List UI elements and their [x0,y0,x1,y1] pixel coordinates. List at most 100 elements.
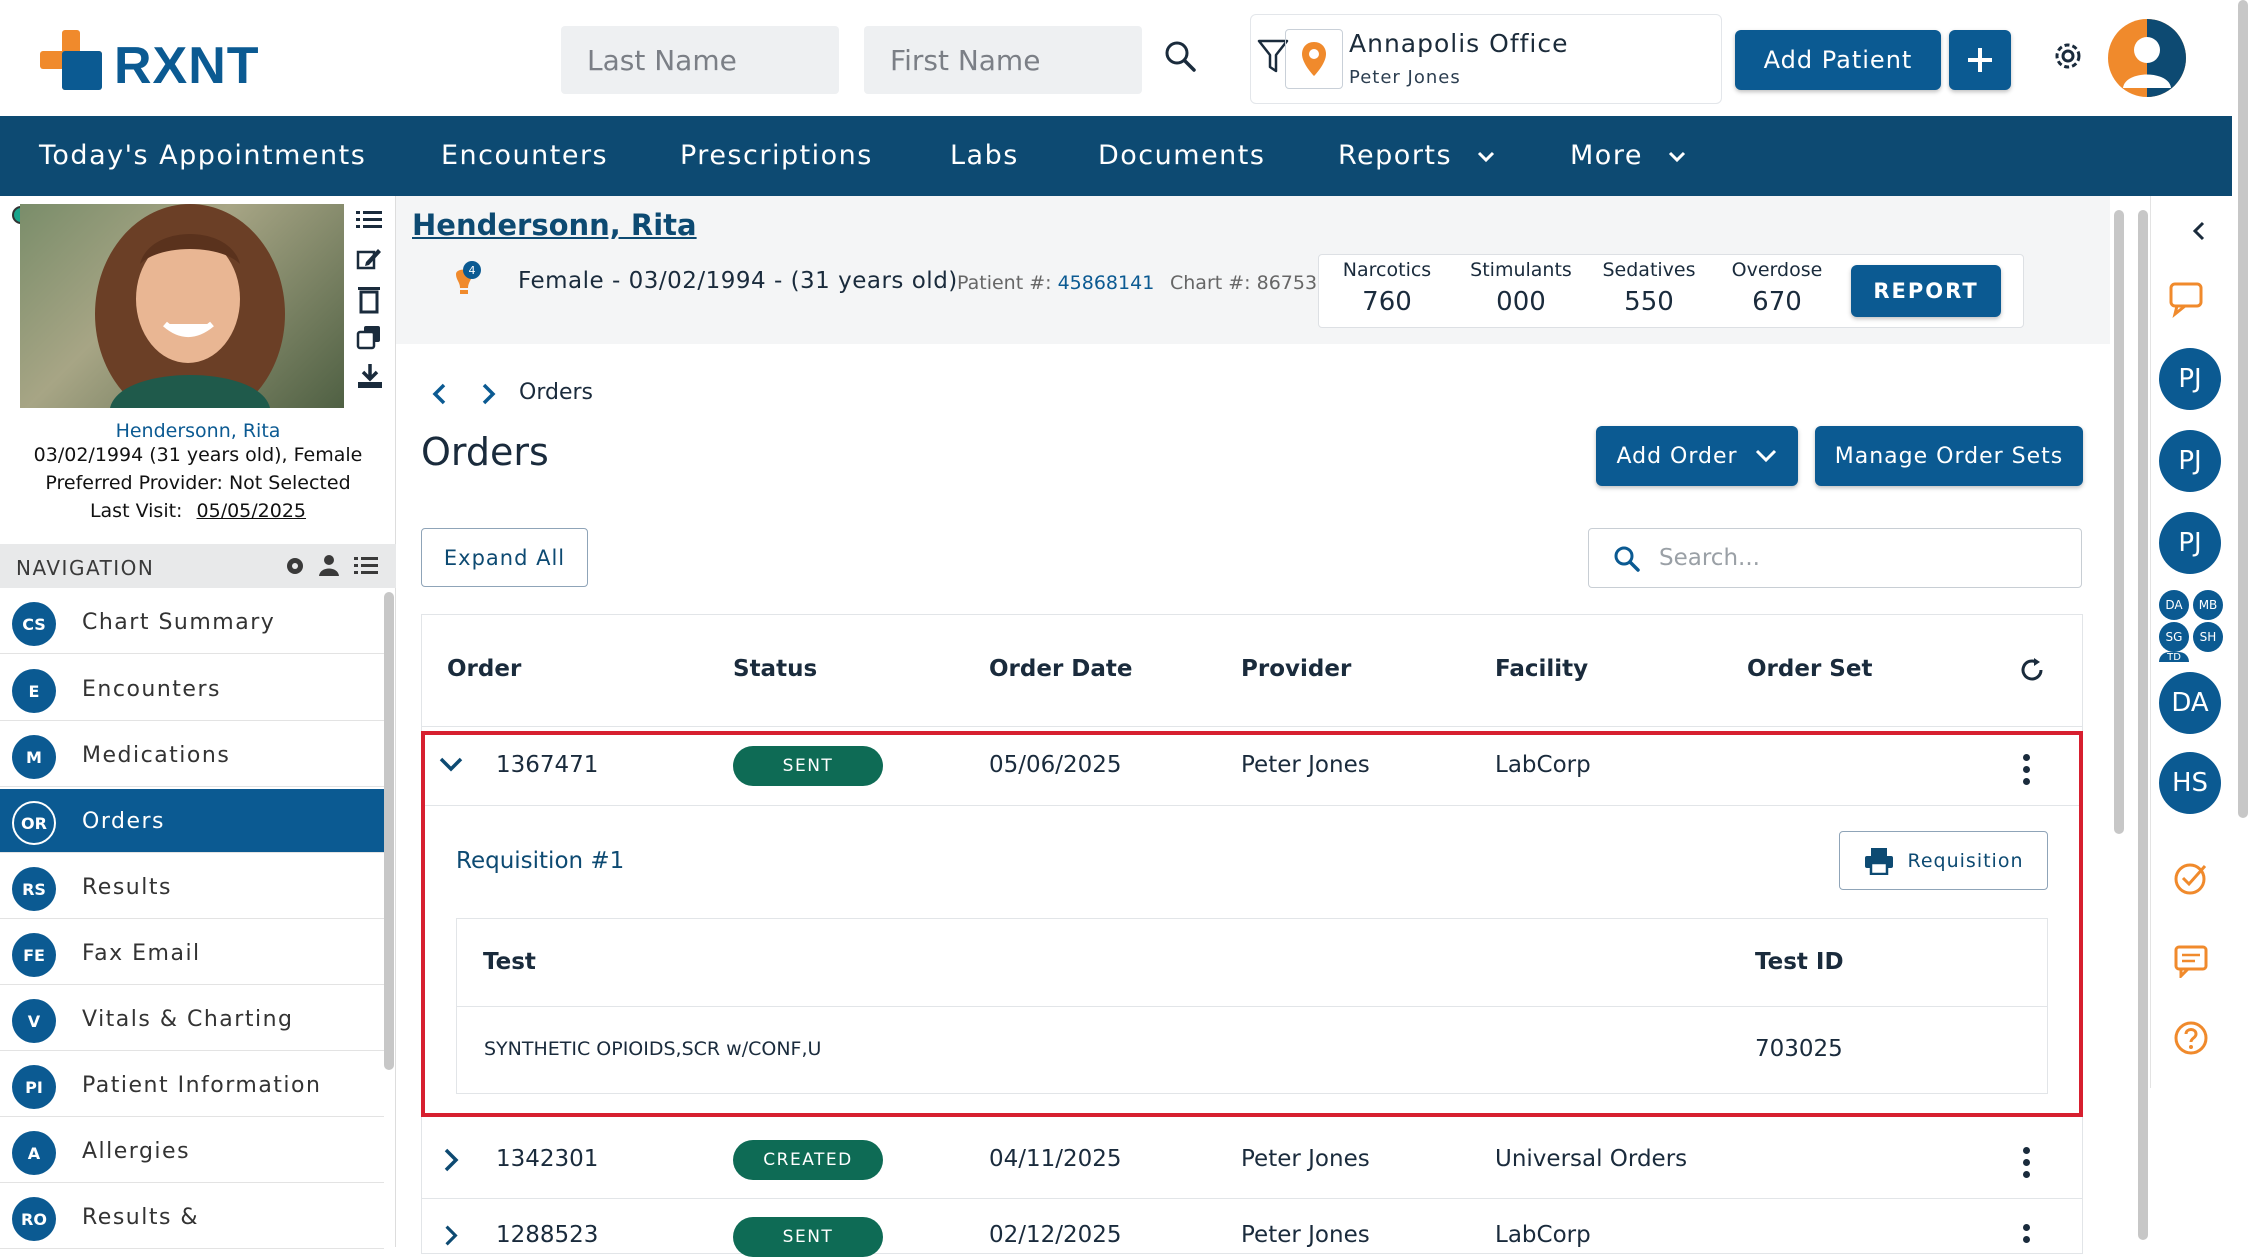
requisition-print-button[interactable]: Requisition [1839,831,2048,890]
nav-prescriptions[interactable]: Prescriptions [680,140,873,171]
user-avatar-mini[interactable]: SH [2193,622,2223,652]
location-pin-button[interactable] [1285,29,1343,89]
collapse-chevron-icon[interactable] [2191,220,2207,242]
column-order-date[interactable]: Order Date [989,656,1133,682]
user-avatar-mini[interactable]: SG [2159,622,2189,652]
orders-search-input[interactable] [1659,541,2059,575]
nav-todays-appointments[interactable]: Today's Appointments [39,140,366,171]
nav-reports[interactable]: Reports [1338,140,1496,171]
stat-narcotics: Narcotics 760 [1339,259,1435,317]
order-facility: LabCorp [1495,752,1591,778]
gear-icon[interactable] [284,555,306,577]
chevron-down-icon[interactable] [438,756,464,774]
user-avatar-mini[interactable]: TD [2159,652,2189,662]
status-badge: SENT [733,746,883,786]
row-menu-icon[interactable] [2023,1224,2031,1248]
user-avatar-mini[interactable]: DA [2159,590,2189,620]
manage-order-sets-button[interactable]: Manage Order Sets [1815,426,2083,486]
last-name-input[interactable] [561,26,839,94]
order-date: 05/06/2025 [989,752,1122,778]
nav-documents[interactable]: Documents [1098,140,1265,171]
list-icon[interactable] [354,556,378,576]
main-scrollbar[interactable] [2114,210,2124,834]
nav-encounters[interactable]: Encounters [441,140,608,171]
chat-bubbles-icon[interactable] [2169,282,2209,318]
patient-card-name[interactable]: Hendersonn, Rita [0,420,396,442]
message-icon[interactable] [2173,944,2209,978]
refresh-icon[interactable] [2018,656,2046,684]
add-button[interactable] [1949,30,2011,90]
forward-arrow-icon[interactable] [478,382,498,406]
column-status[interactable]: Status [733,656,817,682]
page-scrollbar[interactable] [2138,210,2148,1240]
sidebar-item-patient-information[interactable]: PI Patient Information [0,1053,384,1117]
add-patient-button[interactable]: Add Patient [1735,30,1941,90]
office-selector[interactable]: Annapolis Office Peter Jones [1250,14,1722,104]
stat-sedatives: Sedatives 550 [1599,259,1699,317]
alert-lightbulb-icon[interactable]: 4 [444,260,484,304]
download-icon[interactable] [356,362,384,390]
help-icon[interactable] [2173,1020,2209,1056]
row-divider [422,1198,2082,1199]
column-test-id: Test ID [1755,949,1844,975]
copy-icon[interactable] [356,324,382,350]
task-check-icon[interactable] [2173,860,2209,896]
first-name-input[interactable] [864,26,1142,94]
page-title: Orders [421,430,549,474]
patient-number-label: Patient #: [957,272,1052,294]
patient-demographics: Female - 03/02/1994 - (31 years old) [518,268,958,294]
chevron-right-icon[interactable] [442,1224,460,1247]
sidebar-item-results-and[interactable]: RO Results & [0,1185,384,1249]
nav-labs[interactable]: Labs [950,140,1019,171]
expand-all-button[interactable]: Expand All [421,528,588,587]
sidebar-item-label: Results & [82,1205,200,1230]
user-avatar-pj[interactable]: PJ [2159,348,2221,410]
user-avatar-mini[interactable]: MB [2193,590,2223,620]
office-name: Annapolis Office [1349,29,1569,58]
patient-number-value[interactable]: 45868141 [1058,272,1155,294]
last-visit-date[interactable]: 05/05/2025 [197,500,307,522]
sidebar-item-results[interactable]: RS Results [0,855,384,919]
sidebar-item-vitals-charting[interactable]: V Vitals & Charting [0,987,384,1051]
trash-icon[interactable] [356,284,382,314]
sidebar-scrollbar[interactable] [384,592,394,1070]
chevron-down-icon [1755,449,1776,463]
edit-icon[interactable] [356,246,382,272]
user-avatar-pj[interactable]: PJ [2159,512,2221,574]
column-facility[interactable]: Facility [1495,656,1588,682]
chevron-right-icon[interactable] [442,1147,460,1173]
add-order-button[interactable]: Add Order [1596,426,1798,486]
status-badge: CREATED [733,1140,883,1180]
location-pin-icon [1302,42,1326,76]
person-icon[interactable] [318,554,340,576]
sidebar-item-medications[interactable]: M Medications [0,723,384,787]
back-arrow-icon[interactable] [430,382,450,406]
column-order-set[interactable]: Order Set [1747,656,1872,682]
status-badge: SENT [733,1217,883,1257]
sidebar-item-chart-summary[interactable]: CS Chart Summary [0,590,384,654]
row-menu-icon[interactable] [2023,1147,2031,1183]
sidebar-item-abbr: M [12,735,56,779]
gear-icon[interactable] [2050,38,2086,74]
sidebar-item-orders[interactable]: OR Orders [0,789,384,853]
report-button[interactable]: REPORT [1851,265,2001,317]
nav-more[interactable]: More [1570,140,1687,171]
column-provider[interactable]: Provider [1241,656,1351,682]
user-avatar-pj[interactable]: PJ [2159,430,2221,492]
sidebar-item-fax-email[interactable]: FE Fax Email [0,921,384,985]
sidebar-item-abbr: CS [12,602,56,646]
user-avatar-hs[interactable]: HS [2159,752,2221,814]
sidebar-item-encounters[interactable]: E Encounters [0,657,384,721]
list-icon[interactable] [356,208,382,232]
patient-name-link[interactable]: Hendersonn, Rita [412,208,697,242]
row-menu-icon[interactable] [2023,754,2031,790]
user-avatar-icon[interactable] [2107,18,2187,98]
column-order[interactable]: Order [447,656,521,682]
search-icon[interactable] [1164,40,1196,72]
sidebar-item-allergies[interactable]: A Allergies [0,1119,384,1183]
window-scrollbar[interactable] [2238,0,2248,818]
user-avatar-da[interactable]: DA [2159,672,2221,734]
orders-search [1588,528,2082,588]
sidebar-item-label: Orders [82,809,165,834]
patient-banner: Hendersonn, Rita 4 Female - 03/02/1994 -… [396,196,2110,344]
